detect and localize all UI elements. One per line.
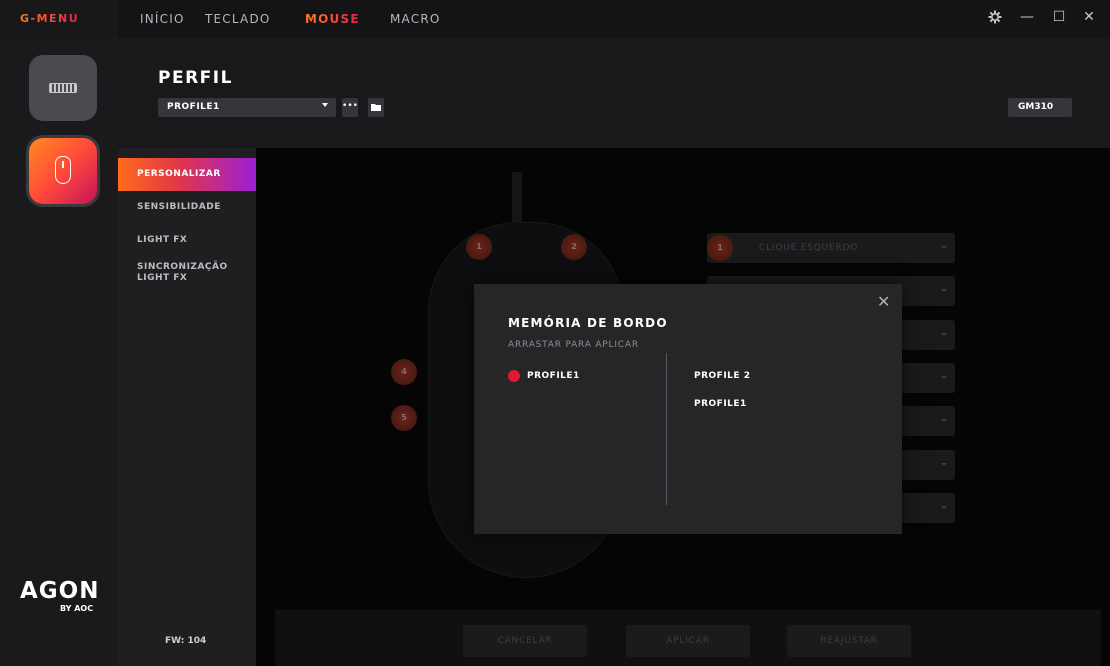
page-title: PERFIL bbox=[158, 68, 233, 88]
maximize-button[interactable]: ☐ bbox=[1050, 9, 1068, 25]
onboard-profile-indicator bbox=[508, 370, 520, 382]
chevron-down-icon bbox=[941, 376, 947, 379]
close-icon[interactable]: ✕ bbox=[877, 292, 890, 311]
nav-tab-teclado[interactable]: TECLADO bbox=[205, 12, 271, 26]
dialog-title: MEMÓRIA DE BORDO bbox=[508, 316, 668, 330]
hotspot-1[interactable]: 1 bbox=[466, 234, 492, 260]
keyboard-icon bbox=[49, 83, 77, 93]
menu-item-personalizar[interactable]: PERSONALIZAR bbox=[118, 158, 256, 191]
dialog-subtitle: ARRASTAR PARA APLICAR bbox=[508, 340, 639, 350]
chevron-down-icon bbox=[941, 463, 947, 466]
menu-item-sensibilidade[interactable]: SENSIBILIDADE bbox=[118, 202, 256, 213]
top-bar: G-MENU INÍCIO TECLADO MOUSE MACRO — ☐ ✕ bbox=[0, 0, 1110, 38]
assignment-dropdown-1[interactable]: 1 CLIQUE ESQUERDO bbox=[707, 233, 955, 263]
onboard-memory-button[interactable] bbox=[368, 98, 384, 117]
draggable-profile-item[interactable]: PROFILE1 bbox=[694, 399, 747, 409]
device-model-badge: GM310 bbox=[1008, 98, 1072, 117]
apply-button[interactable]: APLICAR bbox=[626, 625, 750, 657]
chevron-down-icon bbox=[941, 289, 947, 292]
hotspot-2[interactable]: 2 bbox=[561, 234, 587, 260]
minimize-button[interactable]: — bbox=[1018, 9, 1036, 25]
agon-logo: AGON bbox=[20, 578, 100, 604]
device-keyboard-button[interactable] bbox=[29, 55, 97, 121]
app-window: G-MENU INÍCIO TECLADO MOUSE MACRO — ☐ ✕ … bbox=[0, 0, 1110, 666]
aoc-logo: BY AOC bbox=[60, 604, 94, 613]
onboard-profile-slot[interactable]: PROFILE1 bbox=[527, 371, 580, 381]
chevron-down-icon bbox=[941, 246, 947, 249]
firmware-version: FW: 104 bbox=[165, 636, 207, 646]
chevron-down-icon bbox=[941, 506, 947, 509]
app-brand: G-MENU bbox=[20, 12, 80, 25]
cancel-button[interactable]: CANCELAR bbox=[463, 625, 587, 657]
device-rail: AGON BY AOC bbox=[0, 38, 118, 666]
more-options-button[interactable]: ••• bbox=[342, 98, 358, 117]
mouse-cable bbox=[512, 172, 522, 228]
device-mouse-button[interactable] bbox=[29, 138, 97, 204]
folder-icon bbox=[371, 104, 381, 111]
dialog-divider bbox=[666, 353, 667, 505]
nav-tab-mouse[interactable]: MOUSE bbox=[305, 12, 360, 26]
mouse-icon bbox=[55, 156, 71, 184]
nav-tab-macro[interactable]: MACRO bbox=[390, 12, 441, 26]
slot-label-1: CLIQUE ESQUERDO bbox=[759, 243, 859, 253]
profile-dropdown[interactable]: PROFILE1 bbox=[158, 98, 336, 117]
chevron-down-icon bbox=[941, 419, 947, 422]
slot-number-1: 1 bbox=[707, 235, 733, 261]
hotspot-4[interactable]: 4 bbox=[391, 359, 417, 385]
chevron-down-icon bbox=[941, 333, 947, 336]
reset-button[interactable]: REAJUSTAR bbox=[787, 625, 911, 657]
draggable-profile-item[interactable]: PROFILE 2 bbox=[694, 371, 750, 381]
side-menu: PERSONALIZAR SENSIBILIDADE LIGHT FX SINC… bbox=[118, 148, 256, 666]
window-close-button[interactable]: ✕ bbox=[1080, 9, 1098, 25]
hotspot-5[interactable]: 5 bbox=[391, 405, 417, 431]
chevron-down-icon bbox=[322, 103, 328, 107]
menu-item-sync-light-fx[interactable]: SINCRONIZAÇÃO LIGHT FX bbox=[118, 262, 256, 284]
menu-item-light-fx[interactable]: LIGHT FX bbox=[118, 235, 256, 246]
onboard-memory-dialog: MEMÓRIA DE BORDO ARRASTAR PARA APLICAR ✕… bbox=[474, 284, 902, 534]
profile-header: PERFIL PROFILE1 ••• GM310 bbox=[118, 38, 1110, 148]
gear-icon[interactable] bbox=[986, 10, 1004, 28]
nav-tab-inicio[interactable]: INÍCIO bbox=[140, 12, 185, 26]
profile-dropdown-value: PROFILE1 bbox=[167, 102, 220, 112]
